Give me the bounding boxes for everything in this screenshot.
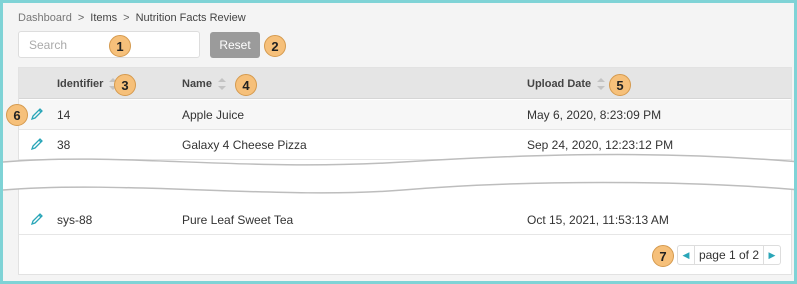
chevron-right-icon[interactable]: ▶ [764, 246, 780, 264]
column-header-identifier[interactable]: Identifier [57, 78, 118, 90]
chevron-left-icon[interactable]: ◀ [678, 246, 694, 264]
edit-pencil-icon[interactable] [30, 107, 44, 121]
breadcrumb-items[interactable]: Items [90, 12, 117, 24]
breadcrumb: Dashboard > Items > Nutrition Facts Revi… [18, 12, 246, 24]
breadcrumb-separator: > [123, 12, 130, 24]
column-header-identifier-label: Identifier [57, 78, 104, 90]
cell-identifier: sys-88 [57, 213, 93, 227]
pagination: ◀ page 1 of 2 ▶ [676, 245, 781, 265]
callout-badge-5: 5 [609, 74, 631, 96]
callout-badge-4: 4 [235, 74, 257, 96]
table-row[interactable]: sys-88 Pure Leaf Sweet Tea Oct 15, 2021,… [19, 205, 791, 235]
column-header-name[interactable]: Name [182, 78, 226, 90]
breadcrumb-separator: > [77, 12, 85, 24]
column-header-upload-date-label: Upload Date [527, 78, 592, 90]
page-indicator: page 1 of 2 [693, 246, 764, 264]
cell-upload-date: May 6, 2020, 8:23:09 PM [527, 108, 662, 122]
callout-badge-3: 3 [114, 74, 136, 96]
reset-button[interactable]: Reset [210, 32, 260, 58]
column-header-upload-date[interactable]: Upload Date [527, 78, 606, 90]
sort-icon[interactable] [597, 78, 606, 90]
breadcrumb-current: Nutrition Facts Review [135, 12, 246, 24]
callout-badge-2: 2 [264, 35, 286, 57]
cell-name: Apple Juice [182, 108, 245, 122]
screenshot-frame: Dashboard > Items > Nutrition Facts Revi… [0, 0, 797, 284]
table-row[interactable]: 14 Apple Juice May 6, 2020, 8:23:09 PM [19, 100, 791, 130]
column-header-name-label: Name [182, 78, 212, 90]
callout-badge-6: 6 [6, 104, 28, 126]
cell-upload-date: Oct 15, 2021, 11:53:13 AM [527, 213, 669, 227]
torn-edge-divider [3, 153, 794, 194]
sort-icon[interactable] [217, 78, 226, 90]
edit-pencil-icon[interactable] [30, 212, 44, 226]
breadcrumb-dashboard[interactable]: Dashboard [18, 12, 72, 24]
callout-badge-1: 1 [109, 35, 131, 57]
cell-name: Pure Leaf Sweet Tea [182, 213, 294, 227]
callout-badge-7: 7 [652, 245, 674, 267]
edit-pencil-icon[interactable] [30, 137, 44, 151]
cell-identifier: 14 [57, 108, 71, 122]
